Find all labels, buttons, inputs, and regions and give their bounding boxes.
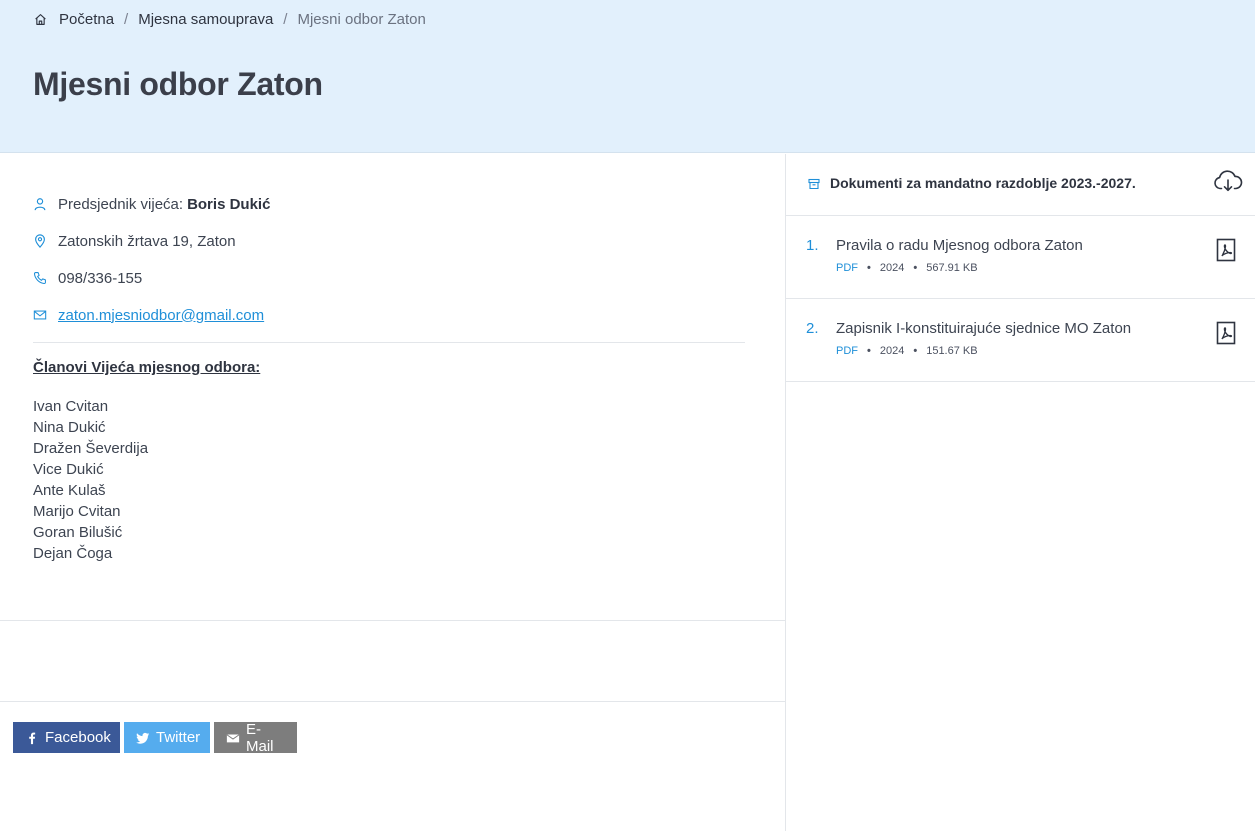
document-size: 151.67 KB [926, 345, 978, 357]
meta-separator: • [913, 345, 918, 357]
phone-icon [33, 271, 47, 285]
email-share-label: E-Mail [246, 720, 274, 755]
twitter-icon [136, 731, 150, 745]
divider [33, 342, 745, 343]
breadcrumb-current: Mjesni odbor Zaton [297, 10, 426, 28]
pdf-file-icon[interactable] [1216, 238, 1236, 262]
document-type: PDF [836, 262, 858, 274]
cloud-download-icon[interactable] [1213, 170, 1243, 194]
president-row: Predsjednik vijeća: Boris Dukić [33, 194, 270, 214]
list-item: Ivan Cvitan [33, 398, 109, 415]
breadcrumb: Početna / Mjesna samouprava / Mjesni odb… [34, 10, 426, 28]
facebook-share-button[interactable]: Facebook [13, 722, 120, 753]
president-label: Predsjednik vijeća: [58, 195, 184, 213]
email-row: zaton.mjesniodbor@gmail.com [33, 305, 264, 325]
page-title: Mjesni odbor Zaton [33, 66, 323, 102]
document-item: 1. Pravila o radu Mjesnog odbora Zaton P… [786, 216, 1255, 299]
address-row: Zatonskih žrtava 19, Zaton [33, 231, 236, 251]
document-type: PDF [836, 345, 858, 357]
list-item: Dražen Ševerdija [33, 440, 149, 457]
phone-number: 098/336-155 [58, 269, 143, 287]
list-item: Vice Dukić [33, 461, 104, 478]
president-name: Boris Dukić [187, 195, 271, 213]
members-heading: Članovi Vijeća mjesnog odbora: [33, 359, 261, 376]
page-header: Početna / Mjesna samouprava / Mjesni odb… [0, 0, 1255, 153]
meta-separator: • [913, 262, 918, 274]
list-item: Ante Kulaš [33, 482, 106, 499]
email-share-button[interactable]: E-Mail [214, 720, 297, 755]
archive-icon [808, 178, 820, 190]
address: Zatonskih žrtava 19, Zaton [58, 232, 236, 250]
list-item: Dejan Čoga [33, 545, 113, 562]
documents-header: Dokumenti za mandatno razdoblje 2023.-20… [786, 154, 1255, 216]
breadcrumb-mjesna-samouprava[interactable]: Mjesna samouprava [138, 11, 273, 28]
phone-row: 098/336-155 [33, 268, 142, 288]
document-number: 1. [806, 237, 819, 254]
user-icon [33, 197, 47, 211]
twitter-label: Twitter [156, 729, 201, 746]
envelope-icon [226, 731, 240, 745]
document-number: 2. [806, 320, 819, 337]
facebook-icon [25, 731, 39, 745]
email-link[interactable]: zaton.mjesniodbor@gmail.com [58, 307, 264, 324]
divider [0, 620, 785, 621]
members-list: Ivan Cvitan Nina Dukić Dražen Ševerdija … [33, 396, 148, 564]
list-item: Marijo Cvitan [33, 503, 121, 520]
pdf-file-icon[interactable] [1216, 321, 1236, 345]
document-size: 567.91 KB [926, 262, 978, 274]
breadcrumb-separator: / [124, 10, 129, 28]
document-meta: PDF • 2024 • 567.91 KB [836, 262, 978, 274]
home-icon[interactable] [34, 13, 47, 26]
document-meta: PDF • 2024 • 151.67 KB [836, 345, 978, 357]
document-item: 2. Zapisnik I-konstituirajuće sjednice M… [786, 299, 1255, 382]
meta-separator: • [867, 345, 871, 357]
document-year: 2024 [879, 345, 905, 357]
documents-title: Dokumenti za mandatno razdoblje 2023.-20… [830, 175, 1136, 191]
document-year: 2024 [879, 262, 905, 274]
meta-separator: • [867, 262, 871, 274]
document-link[interactable]: Pravila o radu Mjesnog odbora Zaton [836, 237, 1083, 254]
list-item: Nina Dukić [33, 419, 106, 436]
mail-icon [33, 308, 47, 322]
divider [0, 701, 785, 702]
facebook-label: Facebook [45, 729, 111, 746]
documents-panel: Dokumenti za mandatno razdoblje 2023.-20… [785, 154, 1255, 831]
main-content: Predsjednik vijeća: Boris Dukić Zatonski… [0, 154, 785, 831]
list-item: Goran Bilušić [33, 524, 123, 541]
breadcrumb-home[interactable]: Početna [59, 11, 114, 28]
twitter-share-button[interactable]: Twitter [124, 722, 210, 753]
map-pin-icon [33, 234, 47, 248]
breadcrumb-separator: / [283, 10, 288, 28]
share-buttons: Facebook Twitter E-Mail [13, 720, 297, 755]
document-link[interactable]: Zapisnik I-konstituirajuće sjednice MO Z… [836, 320, 1131, 337]
